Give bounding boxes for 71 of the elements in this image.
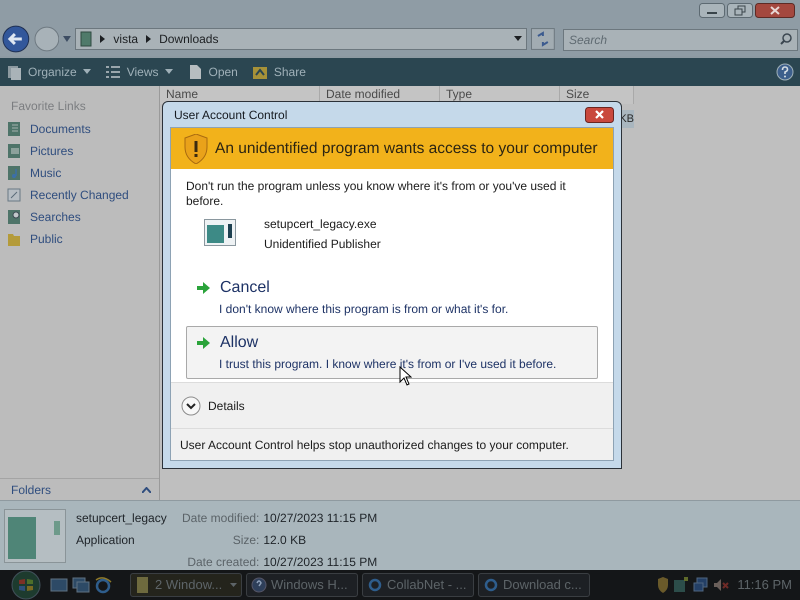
program-name: setupcert_legacy.exe	[264, 216, 378, 233]
search-icon[interactable]	[780, 32, 792, 45]
window-title: User Account Control	[174, 106, 288, 124]
sidebar-link[interactable]: Pictures	[30, 142, 74, 160]
help-icon[interactable]	[776, 62, 794, 81]
back-button[interactable]	[2, 24, 30, 53]
sidebar-link[interactable]: Searches	[30, 208, 81, 226]
close-button[interactable]	[585, 106, 614, 122]
taskbar-button[interactable]: 2 Window...	[130, 573, 242, 597]
switch-windows-icon[interactable]	[72, 577, 90, 593]
desktop-icon[interactable]	[50, 577, 68, 593]
banner-text: An unidentified program wants access to your computer	[215, 138, 598, 159]
arrow-icon	[197, 337, 210, 349]
toolbar-button[interactable]: Organize	[6, 62, 91, 81]
help-icon	[251, 576, 267, 594]
file-type: Application	[76, 532, 136, 549]
field-label: Date created:	[186, 554, 260, 571]
address-field[interactable]: vista Downloads	[75, 28, 528, 50]
views-icon	[104, 64, 121, 80]
sidebar-link[interactable]: Recently Changed	[30, 186, 129, 204]
network-status-icon[interactable]	[673, 577, 690, 593]
option-button[interactable]: Allow I trust this program. I know where it's from or I've used it before.	[186, 326, 598, 379]
section-heading: Favorite Links	[10, 98, 87, 114]
shield-icon[interactable]	[657, 577, 670, 593]
toolbar-button[interactable]: Open	[186, 62, 238, 81]
search-folder-icon[interactable]	[6, 208, 22, 225]
application-icon	[4, 509, 66, 563]
breadcrumb-arrow-icon[interactable]	[146, 34, 152, 43]
search-field[interactable]: Search	[563, 28, 798, 51]
details-toggle[interactable]: Details	[181, 396, 245, 416]
collapse-icon	[142, 486, 151, 492]
sidebar-link[interactable]: Music	[30, 164, 62, 182]
field-value: 10/27/2023 11:15 PM	[263, 510, 378, 527]
taskbar-button[interactable]: CollabNet - ...	[362, 573, 474, 597]
file-name: setupcert_legacy	[76, 510, 168, 527]
close-button[interactable]	[755, 3, 795, 18]
picture-folder-icon[interactable]	[6, 142, 22, 159]
taskbar-button[interactable]: Download c...	[478, 573, 590, 597]
history-dropdown-icon[interactable]	[63, 36, 72, 42]
field-label: Size:	[232, 532, 260, 549]
caret-icon	[230, 583, 237, 587]
browser-icon[interactable]	[94, 576, 112, 594]
document-folder-icon[interactable]	[6, 120, 22, 137]
field-value: 10/27/2023 11:15 PM	[263, 554, 378, 571]
music-folder-icon[interactable]	[6, 164, 22, 181]
taskbar-button[interactable]: Windows H...	[246, 573, 358, 597]
footer-text: User Account Control helps stop unauthorized changes to your computer.	[180, 436, 569, 454]
browser-icon	[367, 576, 383, 594]
minimize-button[interactable]	[699, 3, 725, 18]
browser-icon	[483, 576, 499, 594]
muted-volume-icon[interactable]	[713, 577, 730, 593]
clock[interactable]: 11:16 PM	[737, 575, 792, 595]
dropdown-icon[interactable]	[514, 36, 522, 42]
refresh-button[interactable]	[531, 28, 555, 50]
field-value: 12.0 KB	[263, 532, 308, 549]
sidebar-link[interactable]: Public	[30, 230, 63, 248]
message-text: Don't run the program unless you know where it's from or you've used it before.	[186, 179, 567, 209]
breadcrumb[interactable]: vista	[113, 30, 138, 48]
maximize-button[interactable]	[727, 3, 753, 18]
arrow-icon	[197, 282, 210, 294]
breadcrumb-arrow-icon[interactable]	[100, 34, 106, 43]
field-label: Date modified:	[182, 510, 260, 527]
toolbar-button[interactable]: Views	[104, 62, 172, 81]
application-icon	[204, 219, 236, 247]
breadcrumb[interactable]: Downloads	[159, 30, 218, 48]
network-icon[interactable]	[693, 577, 710, 593]
warning-shield-icon	[183, 134, 209, 164]
sidebar-link[interactable]: Documents	[30, 120, 91, 138]
publisher-name: Unidentified Publisher	[264, 236, 381, 253]
organize-icon	[6, 64, 22, 80]
toolbar-button[interactable]: Share	[252, 62, 306, 81]
